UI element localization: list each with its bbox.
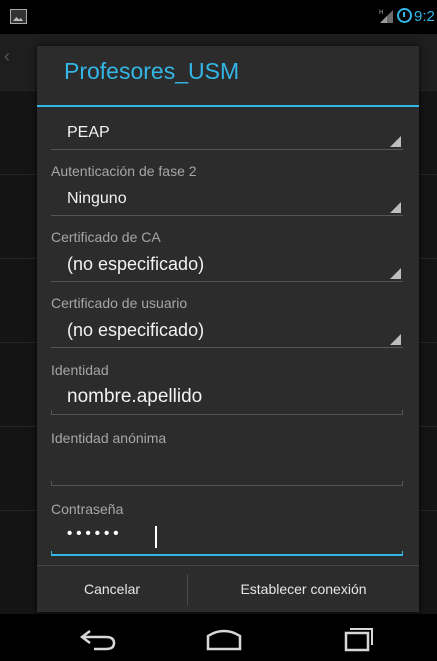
anonymous-identity-field[interactable] xyxy=(51,452,403,486)
background-back-icon: ‹ xyxy=(4,46,10,66)
ca-cert-label: Certificado de CA xyxy=(51,229,161,245)
spinner-underline xyxy=(51,281,403,282)
screen: H 9:2 ‹ Profesores_USM PEAP Autenticació… xyxy=(0,0,437,661)
dialog-button-bar: Cancelar Establecer conexión xyxy=(37,565,419,613)
text-cursor xyxy=(155,526,157,548)
user-cert-label: Certificado de usuario xyxy=(51,295,188,311)
password-label: Contraseña xyxy=(51,501,124,517)
spinner-arrow-icon xyxy=(390,136,401,147)
signal-icon: H xyxy=(379,9,393,23)
identity-field[interactable]: nombre.apellido xyxy=(51,381,403,415)
recent-apps-icon[interactable] xyxy=(333,624,377,652)
notification-image-icon xyxy=(10,9,27,24)
identity-value: nombre.apellido xyxy=(67,386,203,407)
textfield-underline xyxy=(51,410,403,415)
identity-label: Identidad xyxy=(51,362,109,378)
ca-cert-value: (no especificado) xyxy=(67,254,205,274)
spinner-underline xyxy=(51,215,403,216)
eap-method-spinner[interactable]: PEAP xyxy=(51,118,403,150)
status-bar: H 9:2 xyxy=(0,0,437,34)
navigation-bar xyxy=(0,614,437,661)
phase2-value: Ninguno xyxy=(67,190,127,207)
user-cert-value: (no especificado) xyxy=(67,320,205,340)
anonymous-identity-label: Identidad anónima xyxy=(51,430,167,446)
spinner-arrow-icon xyxy=(390,334,401,345)
alarm-icon xyxy=(397,8,412,23)
spinner-underline xyxy=(51,149,403,150)
spinner-underline xyxy=(51,347,403,348)
eap-method-value: PEAP xyxy=(67,124,110,141)
connect-button[interactable]: Establecer conexión xyxy=(188,566,419,613)
password-value: •••••• xyxy=(67,525,123,542)
spinner-arrow-icon xyxy=(390,202,401,213)
status-time: 9:2 xyxy=(414,8,435,25)
phase2-spinner[interactable]: Ninguno xyxy=(51,184,403,216)
back-icon[interactable] xyxy=(76,624,120,652)
textfield-underline xyxy=(51,551,403,556)
dialog-title: Profesores_USM xyxy=(64,58,240,84)
password-field[interactable]: •••••• xyxy=(51,522,403,556)
ca-cert-spinner[interactable]: (no especificado) xyxy=(51,250,403,282)
cancel-button[interactable]: Cancelar xyxy=(37,566,187,613)
home-icon[interactable] xyxy=(202,624,246,652)
title-divider xyxy=(37,105,419,107)
user-cert-spinner[interactable]: (no especificado) xyxy=(51,316,403,348)
wifi-config-dialog: Profesores_USM PEAP Autenticación de fas… xyxy=(37,46,419,612)
svg-text:H: H xyxy=(379,9,384,16)
phase2-label: Autenticación de fase 2 xyxy=(51,163,197,179)
spinner-arrow-icon xyxy=(390,268,401,279)
textfield-underline xyxy=(51,481,403,486)
